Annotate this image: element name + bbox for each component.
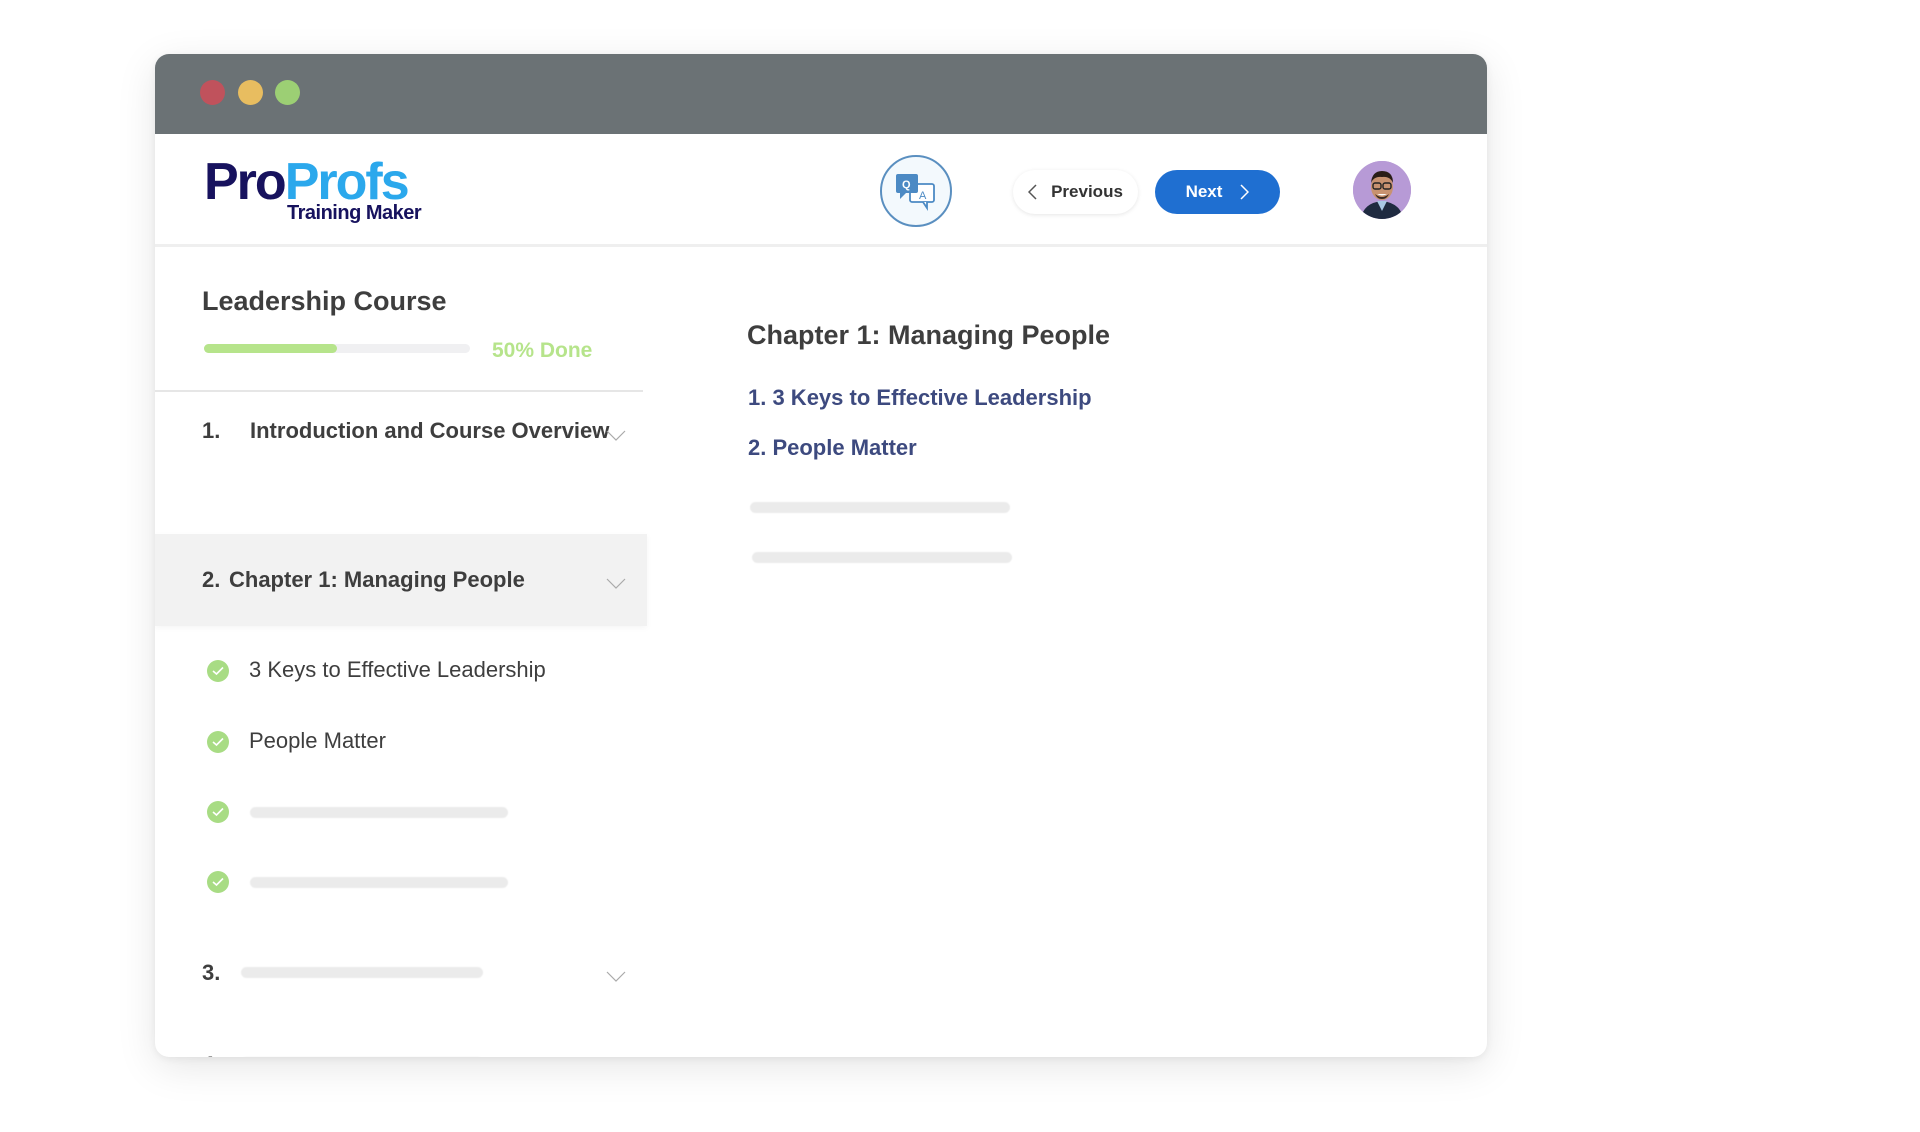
lesson-title: 3 Keys to Effective Leadership	[249, 657, 546, 682]
next-button[interactable]: Next	[1155, 170, 1280, 214]
chevron-down-icon[interactable]	[606, 971, 626, 983]
completed-check-icon	[207, 731, 229, 753]
lesson-item[interactable]	[155, 792, 635, 832]
svg-text:A: A	[919, 190, 927, 202]
content-lesson-link[interactable]: 2. People Matter	[748, 435, 917, 461]
next-label: Next	[1185, 182, 1223, 201]
app-header: ProProfs Training Maker A Q Previous Nex…	[155, 134, 1487, 247]
window-titlebar	[155, 54, 1487, 134]
chapter-title: Introduction and Course Overview	[250, 418, 610, 443]
content-placeholder-line	[752, 552, 1012, 563]
completed-check-icon	[207, 801, 229, 823]
chapter-item-3[interactable]: 3.	[155, 947, 647, 999]
app-window: ProProfs Training Maker A Q Previous Nex…	[155, 54, 1487, 1057]
lesson-item[interactable]: 3 Keys to Effective Leadership	[155, 651, 635, 691]
qa-button[interactable]: A Q	[880, 155, 952, 227]
course-progress-bar	[204, 344, 470, 353]
lesson-title-placeholder	[250, 877, 508, 888]
logo-wordmark: ProProfs	[204, 153, 410, 211]
chevron-down-icon[interactable]	[606, 578, 626, 590]
chapter-item-4[interactable]: 4.	[155, 1039, 647, 1057]
course-progress-fill	[204, 344, 337, 353]
logo-pro-text: Pro	[204, 153, 287, 211]
sidebar-divider	[155, 390, 643, 392]
progress-label: 50% Done	[492, 339, 593, 362]
chapter-number: 4.	[202, 1052, 220, 1057]
chevron-down-icon[interactable]	[606, 430, 626, 442]
chapter-number: 1.	[202, 418, 221, 443]
previous-button[interactable]: Previous	[1013, 170, 1138, 214]
minimize-window-button[interactable]	[238, 80, 263, 105]
proprofs-logo[interactable]: ProProfs Training Maker	[204, 156, 434, 228]
chapter-title-placeholder	[241, 967, 483, 978]
lesson-title-placeholder	[250, 807, 508, 818]
chevron-right-icon	[1240, 184, 1250, 200]
user-photo-icon	[1353, 161, 1411, 219]
course-sidebar: Leadership Course 50% Done 1. Introducti…	[155, 250, 647, 1057]
previous-label: Previous	[1051, 182, 1123, 201]
lesson-item[interactable]	[155, 862, 635, 902]
course-title: Leadership Course	[202, 286, 447, 316]
chapter-item-2[interactable]: 2. Chapter 1: Managing People	[155, 534, 647, 626]
content-placeholder-line	[750, 502, 1010, 513]
close-window-button[interactable]	[200, 80, 225, 105]
content-chapter-title: Chapter 1: Managing People	[747, 320, 1111, 350]
lesson-title: People Matter	[249, 728, 386, 753]
chapter-number: 2.	[202, 567, 221, 592]
completed-check-icon	[207, 871, 229, 893]
content-lesson-link[interactable]: 1. 3 Keys to Effective Leadership	[748, 385, 1092, 411]
logo-product-name: Training Maker	[287, 202, 422, 224]
completed-check-icon	[207, 660, 229, 682]
svg-text:Q: Q	[902, 179, 911, 191]
chapter-title: Chapter 1: Managing People	[229, 567, 525, 592]
chapter-item-1[interactable]: 1. Introduction and Course Overview	[155, 400, 647, 462]
chevron-left-icon	[1028, 184, 1037, 200]
maximize-window-button[interactable]	[275, 80, 300, 105]
qa-chat-icon: A Q	[896, 174, 935, 211]
lesson-item[interactable]: People Matter	[155, 722, 635, 762]
user-avatar[interactable]	[1353, 161, 1411, 219]
chapter-number: 3.	[202, 960, 221, 985]
